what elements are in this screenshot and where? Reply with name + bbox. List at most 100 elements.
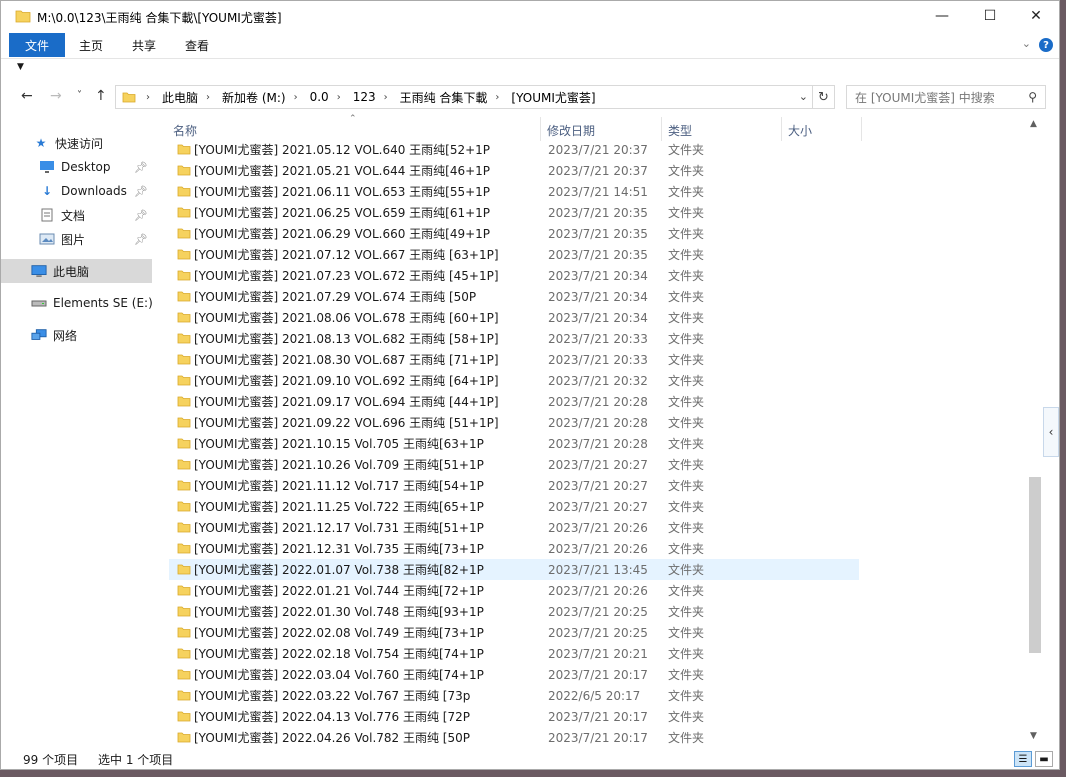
breadcrumb-separator[interactable]: › <box>294 92 298 103</box>
help-button[interactable]: ? <box>1039 38 1053 52</box>
table-row[interactable]: [YOUMI尤蜜荟] 2021.12.31 Vol.735 王雨纯[73+1P 2… <box>169 538 859 559</box>
table-row[interactable]: [YOUMI尤蜜荟] 2022.02.18 Vol.754 王雨纯[74+1P 2… <box>169 643 859 664</box>
breadcrumb-separator[interactable]: › <box>337 92 341 103</box>
pin-icon[interactable]: 📌︎ <box>134 161 148 174</box>
pin-icon[interactable]: 📌︎ <box>134 209 148 222</box>
file-name: [YOUMI尤蜜荟] 2021.09.10 VOL.692 王雨纯 [64+1P… <box>194 374 499 388</box>
file-date: 2023/7/21 20:26 <box>548 520 648 535</box>
refresh-button[interactable]: ↻ <box>813 85 835 109</box>
column-type[interactable]: 类型 <box>668 122 692 139</box>
file-type: 文件夹 <box>668 458 705 472</box>
table-row[interactable]: [YOUMI尤蜜荟] 2021.11.25 Vol.722 王雨纯[65+1P 2… <box>169 496 859 517</box>
breadcrumb-separator[interactable]: › <box>206 92 210 103</box>
scroll-down-icon[interactable]: ▼ <box>1030 731 1037 741</box>
table-row[interactable]: [YOUMI尤蜜荟] 2022.01.07 Vol.738 王雨纯[82+1P 2… <box>169 559 859 580</box>
table-row[interactable]: [YOUMI尤蜜荟] 2022.02.08 Vol.749 王雨纯[73+1P 2… <box>169 622 859 643</box>
breadcrumb-this-pc[interactable]: 此电脑 <box>162 89 198 106</box>
sidebar-item-elements-drive[interactable]: Elements SE (E:) <box>1 291 153 315</box>
ribbon-tabs: 文件 主页 共享 查看 ⌄ ? <box>1 32 1059 58</box>
pin-icon[interactable]: 📌︎ <box>134 185 148 198</box>
sidebar-item-downloads[interactable]: ↓ Downloads 📌︎ <box>1 179 152 203</box>
tab-home[interactable]: 主页 <box>79 37 103 54</box>
sidebar-item-network[interactable]: 网络 <box>1 323 152 347</box>
table-row[interactable]: [YOUMI尤蜜荟] 2021.06.11 VOL.653 王雨纯[55+1P 2… <box>169 181 859 202</box>
table-row[interactable]: [YOUMI尤蜜荟] 2021.09.17 VOL.694 王雨纯 [44+1P… <box>169 391 859 412</box>
column-size[interactable]: 大小 <box>788 122 812 139</box>
breadcrumb-separator[interactable]: › <box>146 92 150 103</box>
column-divider[interactable] <box>540 117 541 141</box>
column-date[interactable]: 修改日期 <box>547 122 595 139</box>
table-row[interactable]: [YOUMI尤蜜荟] 2022.04.26 Vol.782 王雨纯 [50P 20… <box>169 727 859 745</box>
close-button[interactable]: ✕ <box>1013 1 1059 31</box>
sidebar-item-label: 快速访问 <box>55 136 104 151</box>
address-dropdown-icon[interactable]: ⌄ <box>799 90 808 103</box>
breadcrumb-folder-0-0[interactable]: 0.0 <box>310 90 329 104</box>
file-type: 文件夹 <box>668 206 705 220</box>
forward-button[interactable]: → <box>50 88 62 104</box>
folder-icon <box>177 669 191 680</box>
sidebar-item-pictures[interactable]: 图片 📌︎ <box>1 227 152 251</box>
breadcrumb-folder-youmi[interactable]: [YOUMI尤蜜荟] <box>511 89 595 106</box>
table-row[interactable]: [YOUMI尤蜜荟] 2021.10.15 Vol.705 王雨纯[63+1P 2… <box>169 433 859 454</box>
column-divider[interactable] <box>661 117 662 141</box>
address-bar[interactable]: › 此电脑 › 新加卷 (M:) › 0.0 › 123 › 王雨纯 合集下載 … <box>115 85 813 109</box>
table-row[interactable]: [YOUMI尤蜜荟] 2021.08.06 VOL.678 王雨纯 [60+1P… <box>169 307 859 328</box>
table-row[interactable]: [YOUMI尤蜜荟] 2021.07.12 VOL.667 王雨纯 [63+1P… <box>169 244 859 265</box>
table-row[interactable]: [YOUMI尤蜜荟] 2021.06.29 VOL.660 王雨纯[49+1P 2… <box>169 223 859 244</box>
up-button[interactable]: ↑ <box>95 88 107 104</box>
column-divider[interactable] <box>781 117 782 141</box>
table-row[interactable]: [YOUMI尤蜜荟] 2022.03.22 Vol.767 王雨纯 [73p 20… <box>169 685 859 706</box>
pin-icon[interactable]: 📌︎ <box>134 233 148 246</box>
file-type: 文件夹 <box>668 500 705 514</box>
scroll-up-icon[interactable]: ▲ <box>1030 119 1037 129</box>
scroll-thumb[interactable] <box>1029 477 1041 653</box>
table-row[interactable]: [YOUMI尤蜜荟] 2022.03.04 Vol.760 王雨纯[74+1P 2… <box>169 664 859 685</box>
table-row[interactable]: [YOUMI尤蜜荟] 2021.10.26 Vol.709 王雨纯[51+1P 2… <box>169 454 859 475</box>
table-row[interactable]: [YOUMI尤蜜荟] 2022.01.21 Vol.744 王雨纯[72+1P 2… <box>169 580 859 601</box>
table-row[interactable]: [YOUMI尤蜜荟] 2021.12.17 Vol.731 王雨纯[51+1P 2… <box>169 517 859 538</box>
tab-share[interactable]: 共享 <box>132 37 156 54</box>
folder-icon <box>177 438 191 449</box>
expand-ribbon-icon[interactable]: ⌄ <box>1022 37 1031 50</box>
breadcrumb-separator[interactable]: › <box>495 92 499 103</box>
details-view-button[interactable]: ☰ <box>1014 751 1032 767</box>
maximize-button[interactable]: ☐ <box>967 1 1013 31</box>
breadcrumb-drive-m[interactable]: 新加卷 (M:) <box>222 89 286 106</box>
folder-icon <box>177 501 191 512</box>
breadcrumb-folder-collection[interactable]: 王雨纯 合集下載 <box>400 89 488 106</box>
table-row[interactable]: [YOUMI尤蜜荟] 2021.09.10 VOL.692 王雨纯 [64+1P… <box>169 370 859 391</box>
file-type: 文件夹 <box>668 227 705 241</box>
table-row[interactable]: [YOUMI尤蜜荟] 2021.05.12 VOL.640 王雨纯[52+1P 2… <box>169 139 859 160</box>
sidebar-item-quick-access[interactable]: ★ 快速访问 <box>1 131 152 155</box>
sidebar-item-desktop[interactable]: Desktop 📌︎ <box>1 155 152 179</box>
table-row[interactable]: [YOUMI尤蜜荟] 2021.09.22 VOL.696 王雨纯 [51+1P… <box>169 412 859 433</box>
tab-view[interactable]: 查看 <box>185 37 209 54</box>
search-input[interactable]: 在 [YOUMI尤蜜荟] 中搜索 ⚲ <box>846 85 1046 109</box>
table-row[interactable]: [YOUMI尤蜜荟] 2021.05.21 VOL.644 王雨纯[46+1P 2… <box>169 160 859 181</box>
column-name[interactable]: 名称 <box>173 122 197 139</box>
file-name: [YOUMI尤蜜荟] 2022.03.04 Vol.760 王雨纯[74+1P <box>194 668 484 682</box>
back-button[interactable]: ← <box>21 88 33 104</box>
breadcrumb-separator[interactable]: › <box>384 92 388 103</box>
table-row[interactable]: [YOUMI尤蜜荟] 2021.11.12 Vol.717 王雨纯[54+1P 2… <box>169 475 859 496</box>
table-row[interactable]: [YOUMI尤蜜荟] 2022.04.13 Vol.776 王雨纯 [72P 20… <box>169 706 859 727</box>
breadcrumb-folder-123[interactable]: 123 <box>353 90 376 104</box>
minimize-button[interactable]: — <box>919 1 965 31</box>
tab-file[interactable]: 文件 <box>9 33 65 57</box>
recent-locations-button[interactable]: ˅ <box>77 90 82 101</box>
column-divider[interactable] <box>861 117 862 141</box>
vertical-scrollbar[interactable]: ▲ ▼ <box>1027 117 1043 745</box>
table-row[interactable]: [YOUMI尤蜜荟] 2021.08.13 VOL.682 王雨纯 [58+1P… <box>169 328 859 349</box>
table-row[interactable]: [YOUMI尤蜜荟] 2021.07.23 VOL.672 王雨纯 [45+1P… <box>169 265 859 286</box>
table-row[interactable]: [YOUMI尤蜜荟] 2021.07.29 VOL.674 王雨纯 [50P 20… <box>169 286 859 307</box>
computer-icon <box>31 263 47 279</box>
folder-icon <box>177 249 191 260</box>
sidebar-item-this-pc[interactable]: 此电脑 <box>1 259 152 283</box>
customize-toolbar-icon[interactable]: ▼ <box>17 62 24 72</box>
table-row[interactable]: [YOUMI尤蜜荟] 2021.06.25 VOL.659 王雨纯[61+1P 2… <box>169 202 859 223</box>
large-icons-view-button[interactable]: ▬ <box>1035 751 1053 767</box>
collapse-pane-button[interactable]: ‹ <box>1043 407 1059 457</box>
sidebar-item-documents[interactable]: 文档 📌︎ <box>1 203 152 227</box>
table-row[interactable]: [YOUMI尤蜜荟] 2021.08.30 VOL.687 王雨纯 [71+1P… <box>169 349 859 370</box>
table-row[interactable]: [YOUMI尤蜜荟] 2022.01.30 Vol.748 王雨纯[93+1P 2… <box>169 601 859 622</box>
